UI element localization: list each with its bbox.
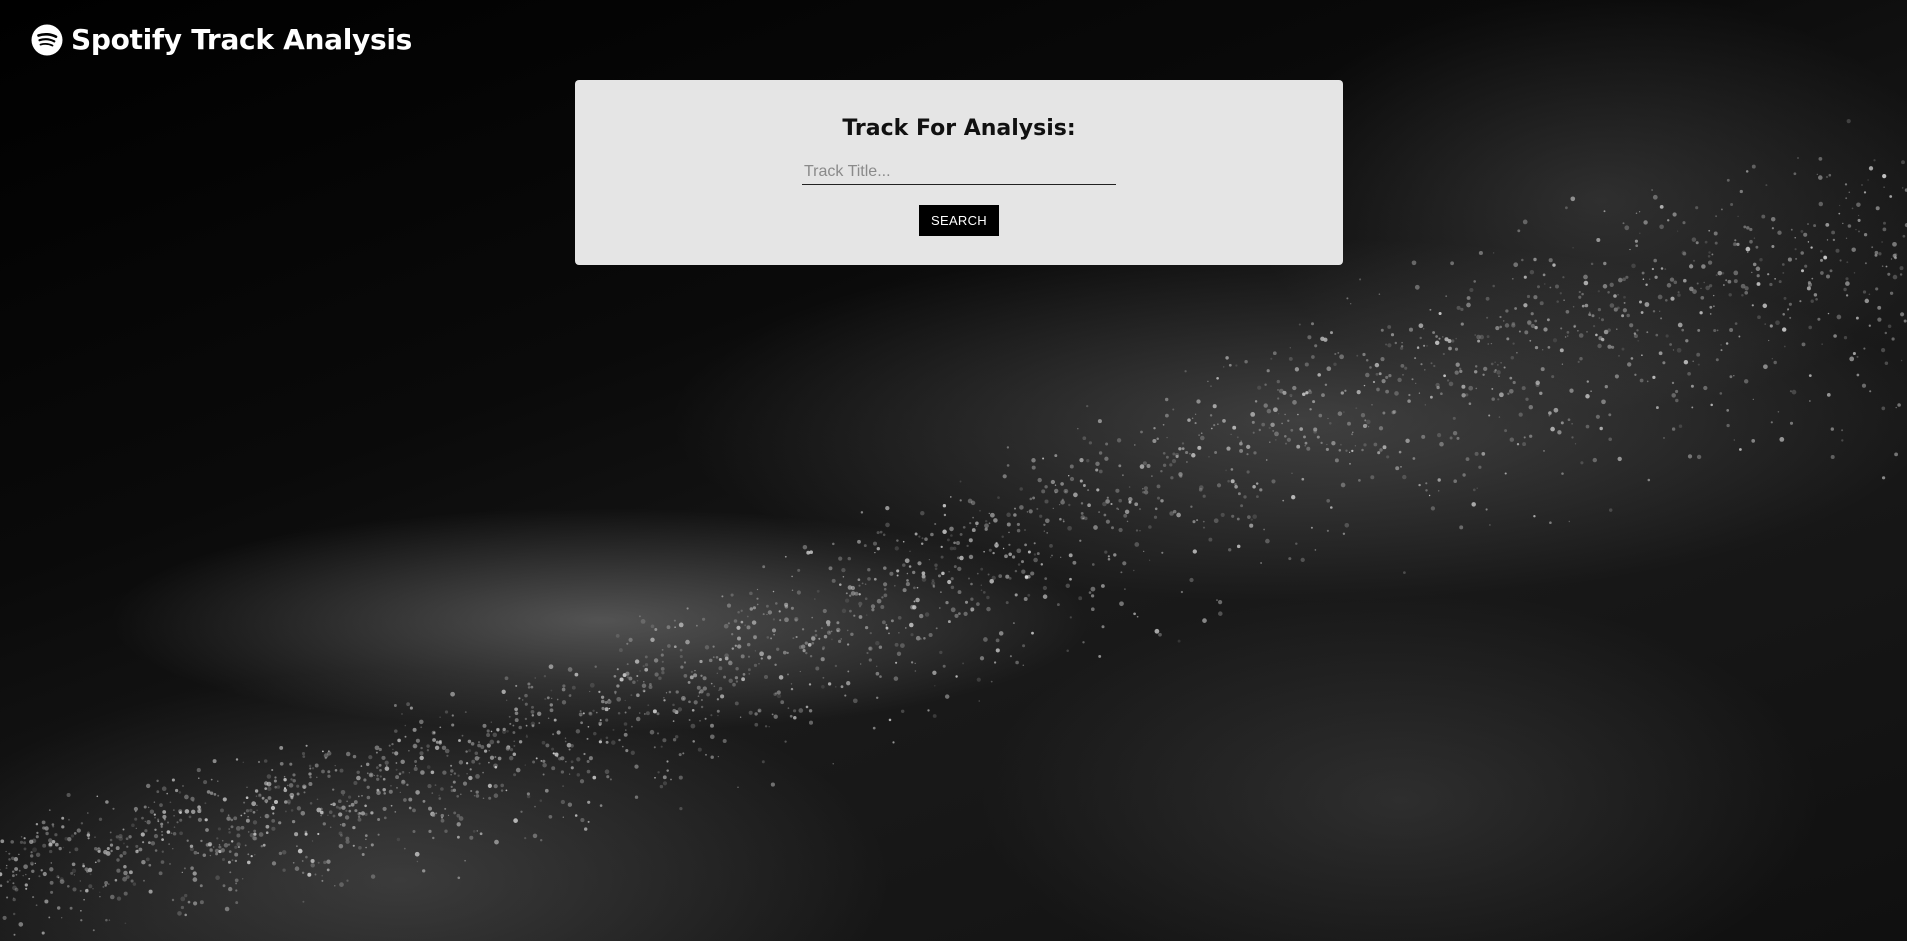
app-header: Spotify Track Analysis [31, 22, 412, 58]
track-title-input[interactable] [802, 160, 1116, 185]
page: Spotify Track Analysis Track For Analysi… [0, 0, 1907, 941]
app-title: Spotify Track Analysis [71, 23, 412, 56]
spotify-logo-icon [31, 24, 63, 56]
search-heading: Track For Analysis: [842, 116, 1076, 141]
search-button[interactable]: SEARCH [919, 205, 999, 236]
search-card: Track For Analysis: SEARCH [575, 80, 1343, 265]
